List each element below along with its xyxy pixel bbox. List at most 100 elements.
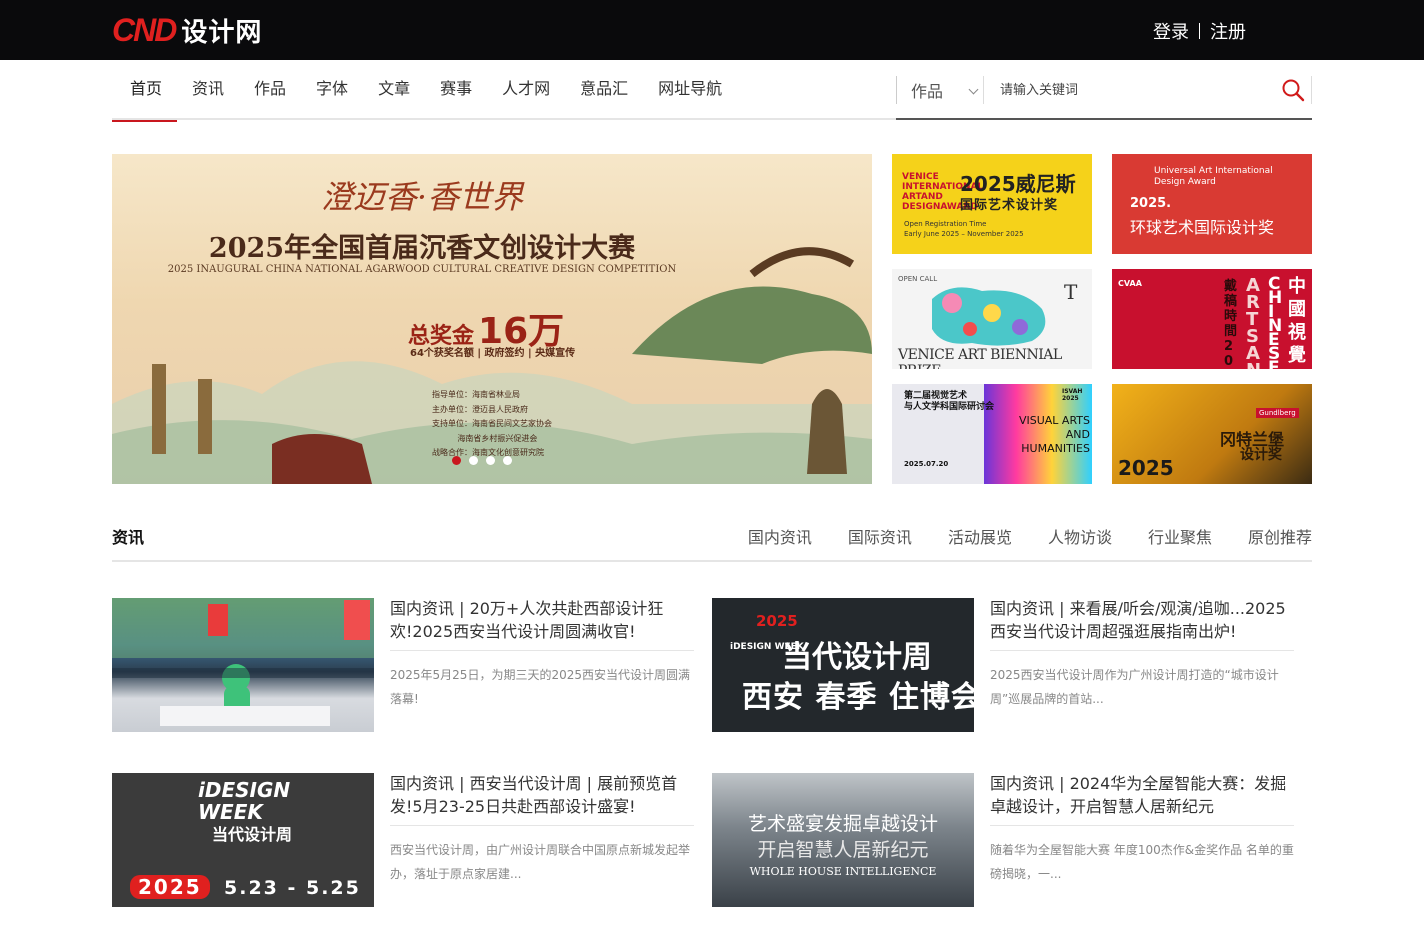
expo-crowd-illustration [112, 598, 374, 726]
nav-item-works[interactable]: 作品 [239, 60, 301, 120]
hero-banner[interactable]: 澄迈香·香世界 2025年全国首届沉香文创设计大赛 2025 INAUGURAL… [112, 154, 872, 484]
article-thumbnail[interactable]: 2025 iDESIGN WEEK 当代设计周 西安 春季 住博会 [712, 598, 974, 732]
search-category-select[interactable]: 作品 [896, 76, 984, 104]
article-summary: 西安当代设计周，由广州设计周联合中国原点新城发起举办，落址于原点家居建... [390, 843, 691, 881]
article-title[interactable]: 国内资讯 | 来看展/听会/观演/追咖...2025西安当代设计周超强逛展指南出… [990, 598, 1294, 643]
article-card: 艺术盛宴发掘卓越设计 开启智慧人居新纪元 WHOLE HOUSE INTELLI… [712, 773, 1294, 907]
login-link[interactable]: 登录 [1153, 18, 1189, 44]
banner-headline: 澄迈香·香世界 [320, 178, 524, 216]
thumb-title: 环球艺术国际设计奖 [1130, 218, 1275, 237]
thumb-title2: 与人文学科国际研讨会 [904, 402, 995, 412]
article-card: iDESIGN WEEK 当代设计周 2025 5.23 - 5.25 国内资讯… [112, 773, 694, 907]
thumb-title2: 设计奖 [1240, 447, 1282, 463]
thumb-year: 2025 [130, 875, 210, 899]
carousel-dot[interactable] [486, 456, 495, 465]
site-logo[interactable]: CND 设计网 [112, 12, 262, 48]
search-input[interactable] [1000, 76, 1260, 104]
nav-item-articles[interactable]: 文章 [363, 60, 425, 120]
article-title[interactable]: 国内资讯 | 20万+人次共赴西部设计狂欢!2025西安当代设计周圆满收官! [390, 598, 694, 643]
top-bar: CND 设计网 登录 注册 [0, 0, 1424, 60]
thumb-brand: Universal Art International Design Award [1154, 166, 1273, 187]
search-button[interactable] [1276, 76, 1312, 104]
carousel-dot[interactable] [452, 456, 461, 465]
thumb-line1: iDESIGN WEEK [198, 778, 291, 824]
auth-divider [1199, 23, 1200, 39]
carousel-dot[interactable] [503, 456, 512, 465]
article-title[interactable]: 国内资讯 | 2024华为全屋智能大赛：发掘卓越设计，开启智慧人居新纪元 [990, 773, 1294, 818]
tab-exhibitions[interactable]: 活动展览 [948, 524, 1012, 548]
thumb-line3: 西安 春季 住博会 [742, 680, 974, 715]
banner-subtitle: 2025 INAUGURAL CHINA NATIONAL AGARWOOD C… [167, 264, 677, 275]
article-thumbnail[interactable]: iDESIGN WEEK 当代设计周 2025 5.23 - 5.25 [112, 773, 374, 907]
thumb-note: Open Registration Time [904, 220, 987, 228]
logo-text: 设计网 [181, 17, 263, 48]
nav-item-home[interactable]: 首页 [112, 60, 178, 122]
article-divider [390, 650, 694, 651]
register-link[interactable]: 注册 [1210, 18, 1246, 44]
carousel-dot[interactable] [469, 456, 478, 465]
thumb-brand: CVAA [1118, 279, 1142, 288]
thumb-title4: 戴稿時間 202 [1224, 279, 1238, 369]
thumb-title2: 国际艺术设计奖 [960, 198, 1059, 213]
carousel-dots [452, 456, 512, 465]
thumb-en-title: VISUAL ARTS AND HUMANITIES [1018, 414, 1090, 455]
article-summary: 随着华为全屋智能大赛 年度100杰作&金奖作品 名单的重磅揭晓，一... [990, 843, 1294, 881]
promo-thumb-isvah[interactable]: 第二届视觉艺术 与人文学科国际研讨会 ISVAH 2025 VISUAL ART… [892, 384, 1092, 484]
banner-title: 2025年全国首届沉香文创设计大赛 [208, 233, 636, 264]
nav-item-news[interactable]: 资讯 [177, 60, 239, 120]
thumb-title3: CHINESE [1268, 274, 1283, 370]
thumb-line1: 艺术盛宴发掘卓越设计 [747, 813, 938, 835]
thumb-title: VENICE ART BIENNIAL PRIZE [898, 347, 1062, 369]
nav-item-competitions[interactable]: 赛事 [425, 60, 487, 120]
thumb-title2: ARTS AN [1246, 275, 1261, 370]
article-card: 2025 iDESIGN WEEK 当代设计周 西安 春季 住博会 国内资讯 |… [712, 598, 1294, 732]
article-divider [990, 825, 1294, 826]
logo-mark: CND [112, 11, 177, 48]
thumb-title: 中國視覺 [1288, 276, 1306, 366]
section-title: 资讯 [112, 528, 145, 547]
thumb-year: 2025 [756, 612, 798, 630]
promo-thumb-venice-award[interactable]: VENICE INTERNATIONAL ARTAND DESIGNAWARD … [892, 154, 1092, 254]
promo-thumb-gundlberg[interactable]: Gundlberg 冈特兰堡 设计奖 2025 [1112, 384, 1312, 484]
thumb-line3: WHOLE HOUSE INTELLIGENCE [749, 865, 937, 878]
thumb-line2: 开启智慧人居新纪元 [757, 839, 929, 861]
tab-industry-focus[interactable]: 行业聚焦 [1148, 524, 1212, 548]
thumb-year: 2025. [1130, 196, 1172, 211]
tab-domestic-news[interactable]: 国内资讯 [748, 524, 812, 548]
article-title[interactable]: 国内资讯 | 西安当代设计周 | 展前预览首发!5月23-25日共赴西部设计盛宴… [390, 773, 694, 818]
article-divider [990, 650, 1294, 651]
news-section-header: 资讯 国内资讯 国际资讯 活动展览 人物访谈 行业聚焦 原创推荐 [112, 516, 1312, 562]
banner-organizers: 指导单位：海南省林业局 主办单位：澄迈县人民政府 支持单位：海南省民间文艺家协会… [432, 390, 552, 458]
auth-links: 登录 注册 [1153, 18, 1246, 44]
article-divider [390, 825, 694, 826]
article-thumbnail[interactable] [112, 598, 374, 732]
nav-item-fonts[interactable]: 字体 [301, 60, 363, 120]
banner-prize-sub: 64个获奖名额 | 政府签约 | 央媒宣传 [410, 348, 576, 359]
thumb-note2: Early June 2025 – November 2025 [904, 230, 1024, 238]
section-tabs: 国内资讯 国际资讯 活动展览 人物访谈 行业聚焦 原创推荐 [748, 524, 1312, 548]
thumb-title: 2025威尼斯 [960, 172, 1076, 196]
thumb-line2: 当代设计周 [782, 640, 932, 675]
thumb-brand: Gundlberg [1256, 408, 1299, 418]
search-bar: 作品 [896, 74, 1312, 120]
thumb-line2: 当代设计周 [212, 825, 293, 844]
nav-item-directory[interactable]: 网址导航 [643, 60, 737, 120]
thumb-brand: VENICE INTERNATIONAL ARTAND DESIGNAWARD [902, 172, 984, 212]
article-summary: 2025年5月25日，为期三天的2025西安当代设计周圆满落幕! [390, 668, 690, 706]
nav-item-talent[interactable]: 人才网 [487, 60, 565, 120]
tab-interviews[interactable]: 人物访谈 [1048, 524, 1112, 548]
thumb-year: 2025 [1118, 456, 1174, 480]
article-summary: 2025西安当代设计周作为广州设计周打造的“城市设计周”巡展品牌的首站... [990, 668, 1279, 706]
article-thumbnail[interactable]: 艺术盛宴发掘卓越设计 开启智慧人居新纪元 WHOLE HOUSE INTELLI… [712, 773, 974, 907]
promo-thumb-venice-biennial[interactable]: OPEN CALL T VENICE ART BIENNIAL PRIZE [892, 269, 1092, 369]
article-card: 国内资讯 | 20万+人次共赴西部设计狂欢!2025西安当代设计周圆满收官! 2… [112, 598, 694, 732]
thumb-dates: 5.23 - 5.25 [224, 877, 361, 899]
promo-thumb-china-visual[interactable]: CVAA 中國視覺 ARTS AN CHINESE 戴稿時間 202 [1112, 269, 1312, 369]
tab-original-picks[interactable]: 原创推荐 [1248, 524, 1312, 548]
tab-international-news[interactable]: 国际资讯 [848, 524, 912, 548]
main-nav: 首页 资讯 作品 字体 文章 赛事 人才网 意品汇 网址导航 作品 [112, 60, 1312, 122]
nav-item-shop[interactable]: 意品汇 [565, 60, 643, 120]
thumb-tag: ISVAH 2025 [1062, 388, 1083, 402]
thumb-date: 2025.07.20 [904, 460, 949, 468]
promo-thumb-universal-award[interactable]: Universal Art International Design Award… [1112, 154, 1312, 254]
